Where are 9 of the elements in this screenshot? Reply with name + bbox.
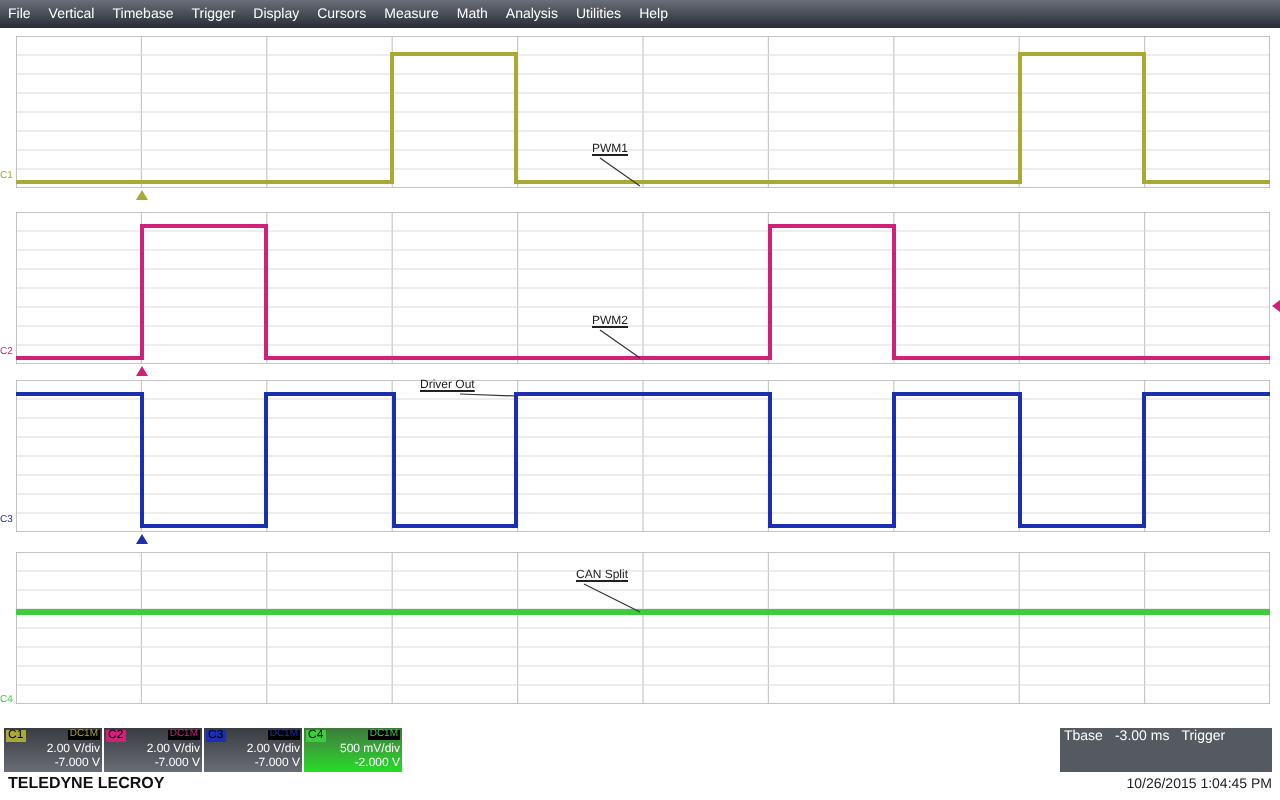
trigger-marker-icon [136, 366, 148, 376]
leader-line [459, 393, 517, 397]
trigger-marker-icon [136, 534, 148, 544]
leader-line [583, 583, 641, 613]
leader-line [599, 329, 641, 359]
brand-logo: TELEDYNE LECROY [8, 776, 167, 792]
trigger-marker-icon [136, 190, 148, 200]
leader-line [599, 157, 641, 187]
level-marker-icon [1272, 300, 1280, 312]
